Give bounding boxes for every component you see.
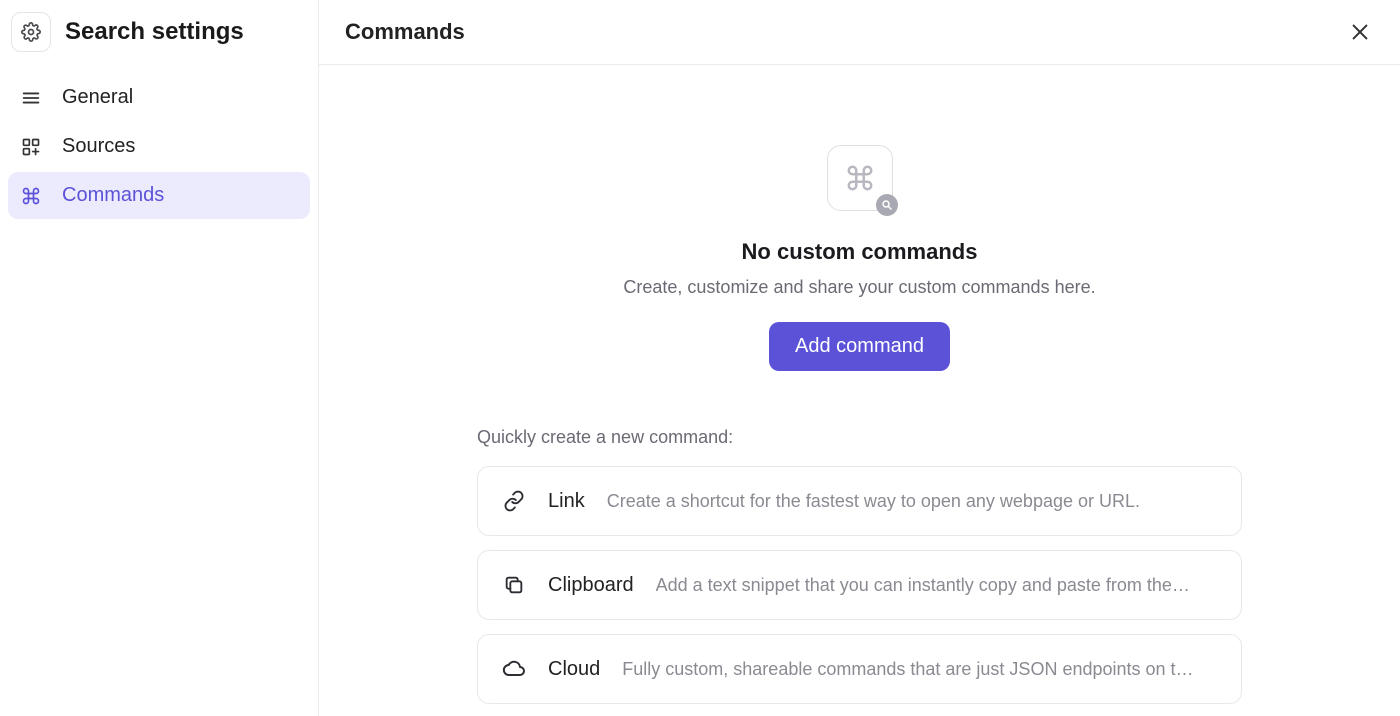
sidebar-item-general[interactable]: General [8, 74, 310, 121]
quick-card-cloud[interactable]: Cloud Fully custom, shareable commands t… [477, 634, 1242, 704]
quick-card-clipboard[interactable]: Clipboard Add a text snippet that you ca… [477, 550, 1242, 620]
quick-card-title: Link [548, 490, 585, 513]
quick-card-desc: Create a shortcut for the fastest way to… [607, 491, 1217, 512]
settings-sidebar: Search settings General Sources Commands [0, 0, 318, 716]
quick-card-desc: Fully custom, shareable commands that ar… [622, 659, 1217, 680]
quick-card-title: Clipboard [548, 574, 634, 597]
sidebar-item-label: Commands [62, 184, 164, 207]
quick-card-desc: Add a text snippet that you can instantl… [656, 575, 1217, 596]
quick-create-section: Quickly create a new command: Link Creat… [477, 427, 1242, 716]
sidebar-item-commands[interactable]: Commands [8, 172, 310, 219]
main-header: Commands [319, 0, 1400, 65]
page-title: Commands [345, 19, 465, 45]
empty-state-subtitle: Create, customize and share your custom … [623, 277, 1095, 298]
command-key-icon [20, 185, 42, 207]
content-area: No custom commands Create, customize and… [319, 65, 1400, 716]
sidebar-title: Search settings [65, 18, 244, 46]
close-icon [1349, 21, 1371, 43]
quick-card-title: Cloud [548, 658, 600, 681]
grid-add-icon [20, 136, 42, 158]
gear-icon [11, 12, 51, 52]
sidebar-header: Search settings [8, 12, 310, 52]
sidebar-item-label: Sources [62, 135, 135, 158]
quick-card-link[interactable]: Link Create a shortcut for the fastest w… [477, 466, 1242, 536]
command-key-icon [845, 163, 875, 193]
main-panel: Commands No custom commands Create, cust… [318, 0, 1400, 716]
sidebar-item-sources[interactable]: Sources [8, 123, 310, 170]
menu-lines-icon [20, 87, 42, 109]
empty-state-title: No custom commands [742, 239, 978, 265]
sidebar-item-label: General [62, 86, 133, 109]
empty-state-icon [827, 145, 893, 211]
add-command-button[interactable]: Add command [769, 322, 950, 371]
search-badge-icon [876, 194, 898, 216]
quick-create-heading: Quickly create a new command: [477, 427, 1242, 448]
clipboard-icon [502, 573, 526, 597]
cloud-icon [502, 657, 526, 681]
link-icon [502, 489, 526, 513]
close-button[interactable] [1346, 18, 1374, 46]
empty-state: No custom commands Create, customize and… [623, 145, 1095, 371]
